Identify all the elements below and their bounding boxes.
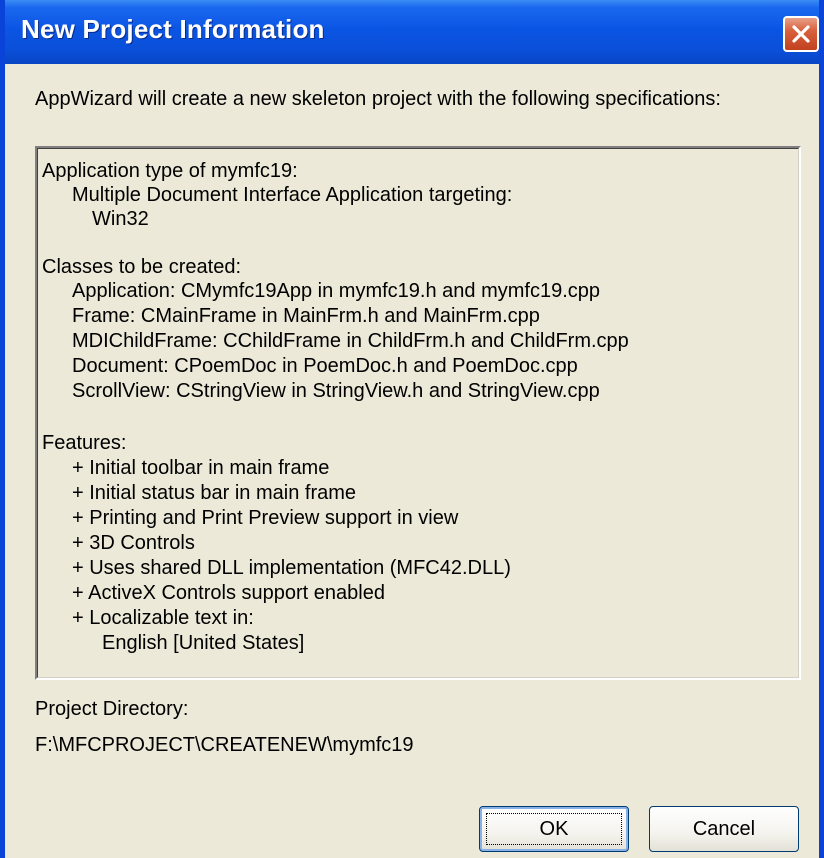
spec-line: MDIChildFrame: CChildFrame in ChildFrm.h… <box>72 330 629 352</box>
spec-line: Classes to be created: <box>42 256 241 278</box>
window-title: New Project Information <box>21 14 325 44</box>
close-button[interactable] <box>783 16 819 52</box>
specifications-box[interactable]: Application type of mymfc19: Multiple Do… <box>35 146 801 680</box>
spec-line: + Localizable text in: <box>72 607 254 629</box>
intro-text: AppWizard will create a new skeleton pro… <box>35 88 721 110</box>
spec-line: + Printing and Print Preview support in … <box>72 507 459 529</box>
project-directory-value: F:\MFCPROJECT\CREATENEW\mymfc19 <box>35 734 414 756</box>
spec-line: English [United States] <box>102 632 305 654</box>
spec-line: Features: <box>42 432 127 454</box>
spec-line: Document: CPoemDoc in PoemDoc.h and Poem… <box>72 355 578 377</box>
spec-line: + Initial status bar in main frame <box>72 482 357 504</box>
close-icon <box>792 25 810 43</box>
title-bar[interactable]: New Project Information <box>5 0 819 64</box>
focus-ring <box>486 813 622 845</box>
cancel-button[interactable]: Cancel <box>649 806 799 852</box>
cancel-button-label: Cancel <box>692 818 756 840</box>
spec-line: Win32 <box>92 208 149 230</box>
dialog-window: New Project Information AppWizard will c… <box>0 0 824 858</box>
spec-line: + Uses shared DLL implementation (MFC42.… <box>72 557 511 579</box>
spec-line: Multiple Document Interface Application … <box>72 184 513 206</box>
spec-line: Frame: CMainFrame in MainFrm.h and MainF… <box>72 305 540 327</box>
spec-line: + Initial toolbar in main frame <box>72 457 330 479</box>
spec-line: Application type of mymfc19: <box>42 160 298 182</box>
spec-line: Application: CMymfc19App in mymfc19.h an… <box>72 280 600 302</box>
spec-line: + ActiveX Controls support enabled <box>72 582 385 604</box>
specifications-box-inner: Application type of mymfc19: Multiple Do… <box>37 148 799 678</box>
ok-button[interactable]: OK <box>479 806 629 852</box>
project-directory-label: Project Directory: <box>35 698 189 720</box>
spec-line: + 3D Controls <box>72 532 195 554</box>
spec-line: ScrollView: CStringView in StringView.h … <box>72 380 600 402</box>
